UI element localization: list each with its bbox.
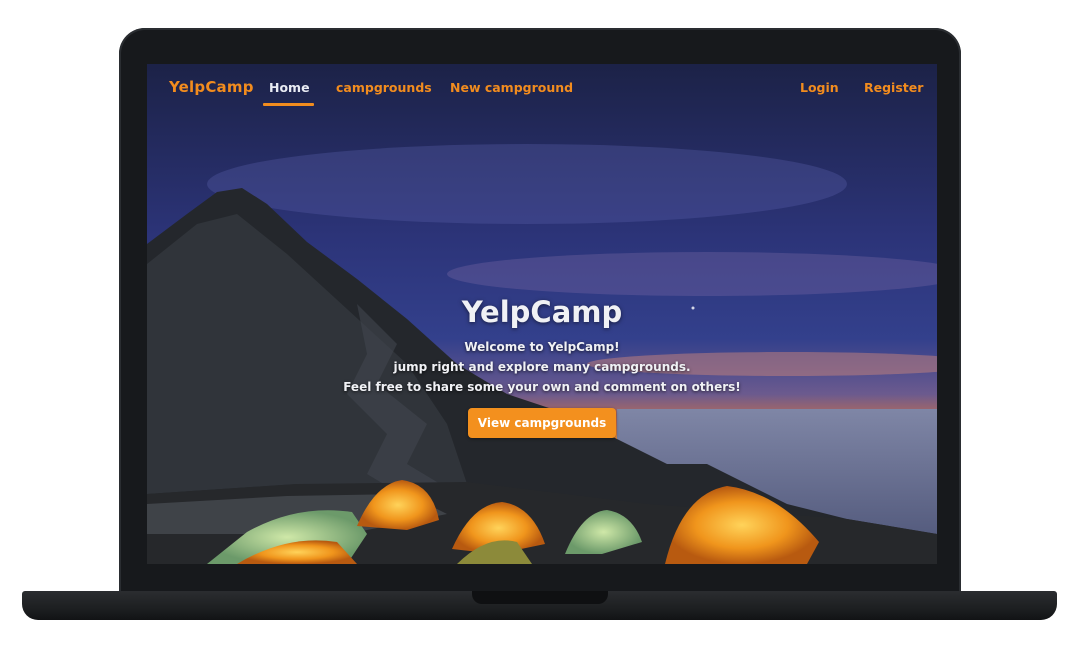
- hero-title: YelpCamp: [461, 295, 623, 329]
- hero-explore-text: jump right and explore many campgrounds.: [393, 360, 691, 374]
- nav-link-campgrounds[interactable]: campgrounds: [336, 80, 432, 95]
- laptop-notch: [472, 591, 608, 604]
- laptop-screen: YelpCamp Home campgrounds New campground…: [147, 64, 937, 564]
- nav-link-register[interactable]: Register: [864, 80, 923, 95]
- hero-section: YelpCamp Welcome to YelpCamp! jump right…: [147, 292, 937, 438]
- hero-share-text: Feel free to share some your own and com…: [343, 380, 741, 394]
- navbar: YelpCamp Home campgrounds New campground…: [147, 64, 937, 108]
- active-nav-indicator: [263, 103, 314, 106]
- nav-link-login[interactable]: Login: [800, 80, 839, 95]
- nav-link-new-campground[interactable]: New campground: [450, 80, 573, 95]
- hero-welcome-text: Welcome to YelpCamp!: [464, 340, 620, 354]
- nav-link-home[interactable]: Home: [269, 80, 310, 95]
- view-campgrounds-button[interactable]: View campgrounds: [467, 408, 617, 438]
- brand-logo[interactable]: YelpCamp: [169, 78, 254, 96]
